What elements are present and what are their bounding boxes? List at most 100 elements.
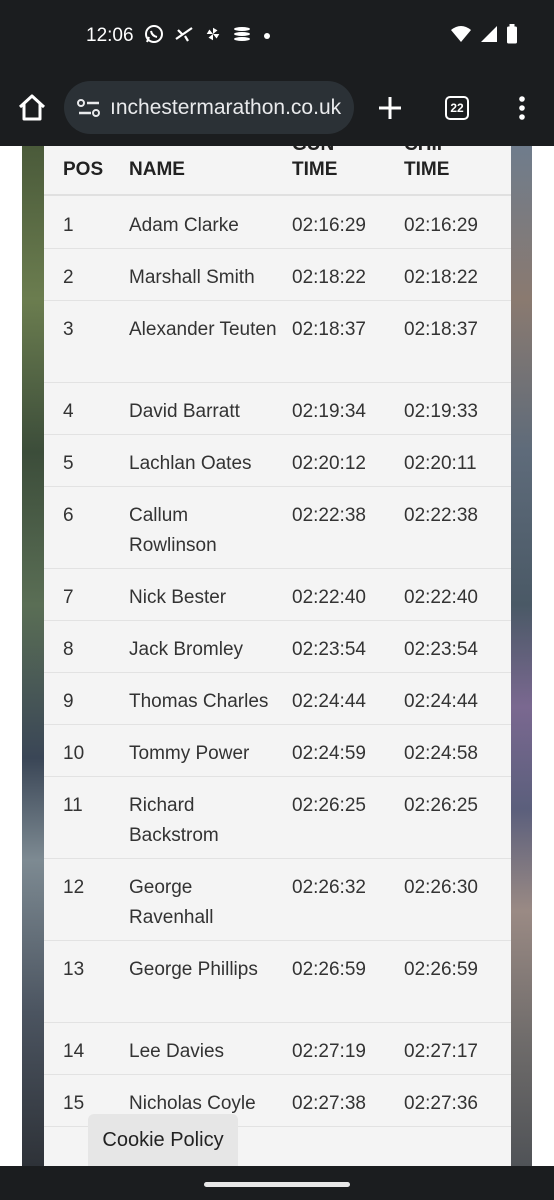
table-row: 7 Nick Bester 02:22:40 02:22:40 <box>44 569 511 621</box>
name-cell: George Ravenhall <box>129 877 214 928</box>
web-page: POS NAME GUN TIME CHIP TIME 1 Adam Clarke… <box>0 146 554 1166</box>
address-bar[interactable]: ınchestermarathon.co.uk <box>64 81 354 134</box>
gun-time-cell: 02:18:37 <box>292 319 366 340</box>
tab-switcher-button[interactable]: 22 <box>445 96 469 120</box>
notification-icons <box>144 24 272 44</box>
gun-time-cell: 02:26:59 <box>292 959 366 980</box>
name-cell: Thomas Charles <box>129 691 269 712</box>
gun-time-cell: 02:23:54 <box>292 639 366 660</box>
name-cell: David Barratt <box>129 401 240 422</box>
tab-count: 22 <box>450 101 464 115</box>
chip-time-cell: 02:27:17 <box>404 1041 478 1062</box>
name-cell: Marshall Smith <box>129 267 255 288</box>
header-pos: POS <box>63 159 104 180</box>
new-tab-icon[interactable] <box>374 92 406 124</box>
gun-time-cell: 02:27:19 <box>292 1041 366 1062</box>
name-cell: Tommy Power <box>129 743 250 764</box>
chip-time-cell: 02:26:25 <box>404 795 478 816</box>
name-cell: Adam Clarke <box>129 215 239 236</box>
header-name: NAME <box>129 159 185 180</box>
status-time: 12:06 <box>86 25 134 46</box>
chip-time-cell: 02:16:29 <box>404 215 478 236</box>
cookie-policy-label: Cookie Policy <box>102 1128 224 1151</box>
pos-cell: 6 <box>63 505 74 526</box>
chip-time-cell: 02:26:30 <box>404 877 478 898</box>
table-row: 12 George Ravenhall 02:26:32 02:26:30 <box>44 859 511 941</box>
chip-time-cell: 02:22:38 <box>404 505 478 526</box>
pos-cell: 5 <box>63 453 74 474</box>
stack-icon <box>234 27 250 41</box>
table-row: 13 George Phillips 02:26:59 02:26:59 <box>44 941 511 1023</box>
name-cell: George Phillips <box>129 959 258 980</box>
table-row: 6 Callum Rowlinson 02:22:38 02:22:38 <box>44 487 511 569</box>
plane-icon <box>175 27 193 42</box>
table-row: 3 Alexander Teuten 02:18:37 02:18:37 <box>44 301 511 383</box>
gun-time-cell: 02:18:22 <box>292 267 366 288</box>
chip-time-cell: 02:19:33 <box>404 401 478 422</box>
chip-time-cell: 02:27:36 <box>404 1093 478 1114</box>
pos-cell: 12 <box>63 877 85 898</box>
gun-time-cell: 02:26:25 <box>292 795 366 816</box>
gun-time-cell: 02:26:32 <box>292 877 366 898</box>
chip-time-cell: 02:24:44 <box>404 691 478 712</box>
browser-toolbar: ınchestermarathon.co.uk 22 <box>0 72 554 146</box>
gun-time-cell: 02:22:38 <box>292 505 366 526</box>
table-row: 4 David Barratt 02:19:34 02:19:33 <box>44 383 511 435</box>
table-row: 10 Tommy Power 02:24:59 02:24:58 <box>44 725 511 777</box>
chip-time-cell: 02:18:37 <box>404 319 478 340</box>
results-table: POS NAME GUN TIME CHIP TIME 1 Adam Clarke… <box>44 146 511 1166</box>
table-row: 9 Thomas Charles 02:24:44 02:24:44 <box>44 673 511 725</box>
header-gun-time: TIME <box>292 159 338 180</box>
url-text: ınchestermarathon.co.uk <box>110 95 342 119</box>
pinwheel-icon <box>206 27 220 41</box>
name-cell: Jack Bromley <box>129 639 244 660</box>
gun-time-cell: 02:27:38 <box>292 1093 366 1114</box>
pos-cell: 9 <box>63 691 74 712</box>
pos-cell: 13 <box>63 959 85 980</box>
table-header: POS NAME GUN TIME CHIP TIME <box>44 146 511 196</box>
home-icon[interactable] <box>16 92 48 124</box>
name-cell: Callum Rowlinson <box>129 505 217 556</box>
whatsapp-icon <box>145 25 163 43</box>
more-menu-icon[interactable] <box>510 92 534 124</box>
table-row: 8 Jack Bromley 02:23:54 02:23:54 <box>44 621 511 673</box>
pos-cell: 11 <box>63 795 83 816</box>
cookie-policy-button[interactable]: Cookie Policy <box>88 1114 238 1166</box>
pos-cell: 10 <box>63 743 85 764</box>
table-row: 2 Marshall Smith 02:18:22 02:18:22 <box>44 249 511 301</box>
chip-time-cell: 02:26:59 <box>404 959 478 980</box>
pos-cell: 7 <box>63 587 74 608</box>
pos-cell: 15 <box>63 1093 85 1114</box>
pos-cell: 3 <box>63 319 74 340</box>
pos-cell: 1 <box>63 215 74 236</box>
status-bar: 12:06 <box>0 0 554 72</box>
header-chip-top: CHIP <box>404 146 449 156</box>
dot-icon <box>264 33 270 39</box>
name-cell: Alexander Teuten <box>129 319 277 340</box>
signal-icon <box>481 26 497 42</box>
chip-time-cell: 02:23:54 <box>404 639 478 660</box>
header-gun-top: GUN <box>292 146 334 156</box>
system-icons <box>450 24 518 44</box>
wifi-icon <box>451 26 471 42</box>
battery-icon <box>507 24 517 44</box>
home-gesture-pill[interactable] <box>204 1182 350 1187</box>
chip-time-cell: 02:20:11 <box>404 453 477 474</box>
name-cell: Nick Bester <box>129 587 227 608</box>
table-row: 14 Lee Davies 02:27:19 02:27:17 <box>44 1023 511 1075</box>
chip-time-cell: 02:22:40 <box>404 587 478 608</box>
pos-cell: 4 <box>63 401 74 422</box>
site-settings-icon[interactable] <box>76 97 102 119</box>
gun-time-cell: 02:20:12 <box>292 453 366 474</box>
background-photo-left <box>22 146 44 1166</box>
gesture-nav-bar <box>0 1166 554 1200</box>
gun-time-cell: 02:16:29 <box>292 215 366 236</box>
pos-cell: 8 <box>63 639 74 660</box>
header-chip-time: TIME <box>404 159 450 180</box>
table-row: 5 Lachlan Oates 02:20:12 02:20:11 <box>44 435 511 487</box>
table-row: 1 Adam Clarke 02:16:29 02:16:29 <box>44 197 511 249</box>
chip-time-cell: 02:24:58 <box>404 743 478 764</box>
pos-cell: 14 <box>63 1041 85 1062</box>
gun-time-cell: 02:24:59 <box>292 743 366 764</box>
chip-time-cell: 02:18:22 <box>404 267 478 288</box>
